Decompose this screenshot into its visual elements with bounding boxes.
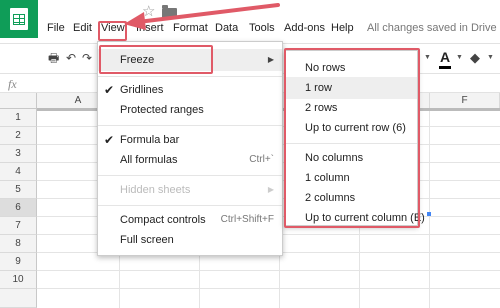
row-header[interactable]: 1 [0,109,37,127]
annotation-arrow-icon [124,3,280,30]
gridline [37,270,500,271]
menu-separator [98,205,282,206]
row-header[interactable]: 9 [0,253,37,271]
row-header[interactable]: 8 [0,235,37,253]
menu-edit[interactable]: Edit [73,22,92,34]
column-header-f[interactable]: F [430,93,500,109]
menu-item-label: Compact controls [120,214,206,226]
gridline [429,109,430,308]
menu-item-label: Hidden sheets [120,184,191,196]
redo-icon[interactable]: ↷ [82,52,92,64]
menu-add-ons[interactable]: Add-ons [284,22,325,34]
select-all-corner[interactable] [0,93,37,109]
menu-item-label: Protected ranges [120,104,204,116]
row-header[interactable] [0,289,37,308]
menu-separator [98,175,282,176]
submenu-arrow-icon: ▶ [267,185,274,194]
row-header[interactable]: 3 [0,145,37,163]
fill-color-icon[interactable]: ◆ [470,50,480,66]
fx-icon: fx [8,77,17,91]
chevron-down-icon[interactable]: ▼ [487,54,494,61]
text-color-icon[interactable]: A [438,49,452,69]
chevron-down-icon[interactable]: ▼ [456,54,463,61]
menu-help[interactable]: Help [331,22,354,34]
menu-item-label: All formulas [120,154,178,166]
menu-item-formula-bar[interactable]: ✔ Formula bar [98,129,282,151]
row-header[interactable]: 5 [0,181,37,199]
row-header[interactable]: 4 [0,163,37,181]
annotation-highlight-submenu [284,48,420,228]
menu-item-protected-ranges[interactable]: Protected ranges [98,99,282,121]
shortcut-label: Ctrl+Shift+F [220,214,274,225]
save-status[interactable]: All changes saved in Drive [367,22,497,34]
menu-separator [98,76,282,77]
menu-item-label: Gridlines [120,84,164,96]
menu-item-compact-controls[interactable]: Compact controls Ctrl+Shift+F [98,209,282,231]
menu-item-full-screen[interactable]: Full screen [98,229,282,251]
sheets-app-icon[interactable] [0,0,38,38]
row-header-active[interactable]: 6 [0,199,37,217]
sheet-icon-grid [13,14,25,25]
menu-item-label: Full screen [120,234,174,246]
menu-item-label: Formula bar [120,134,180,146]
menu-item-hidden-sheets: Hidden sheets ▶ [98,179,282,201]
submenu-arrow-icon: ▶ [267,55,274,64]
row-header[interactable]: 7 [0,217,37,235]
row-header[interactable]: 2 [0,127,37,145]
row-header[interactable]: 10 [0,271,37,289]
menu-file[interactable]: File [47,22,65,34]
print-icon[interactable]: 🖶 [48,52,59,64]
chevron-down-icon[interactable]: ▼ [424,54,431,61]
checkmark-icon: ✔ [104,133,115,147]
checkmark-icon: ✔ [104,83,115,97]
selection-handle[interactable] [427,212,431,216]
undo-icon[interactable]: ↶ [66,52,76,64]
annotation-highlight-freeze [99,45,213,74]
shortcut-label: Ctrl+` [249,154,274,165]
menu-item-all-formulas[interactable]: All formulas Ctrl+` [98,149,282,171]
menu-separator [98,125,282,126]
menu-item-gridlines[interactable]: ✔ Gridlines [98,79,282,101]
gridline [37,288,500,289]
